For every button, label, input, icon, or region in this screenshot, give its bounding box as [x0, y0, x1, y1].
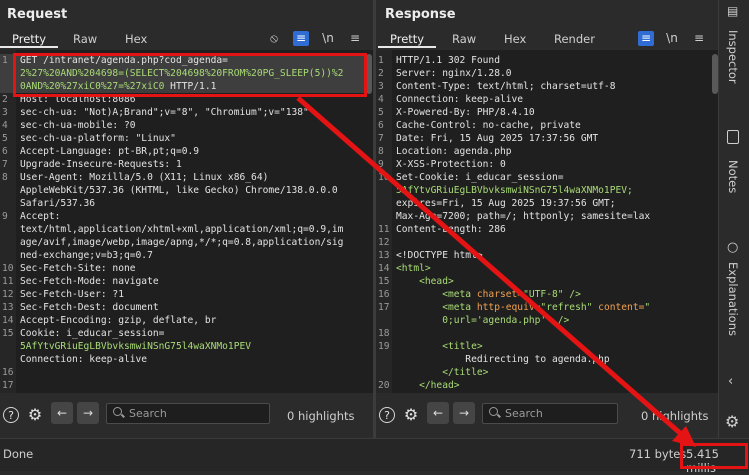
annotation-arrow	[296, 96, 696, 447]
arrow-shaft	[296, 96, 690, 442]
